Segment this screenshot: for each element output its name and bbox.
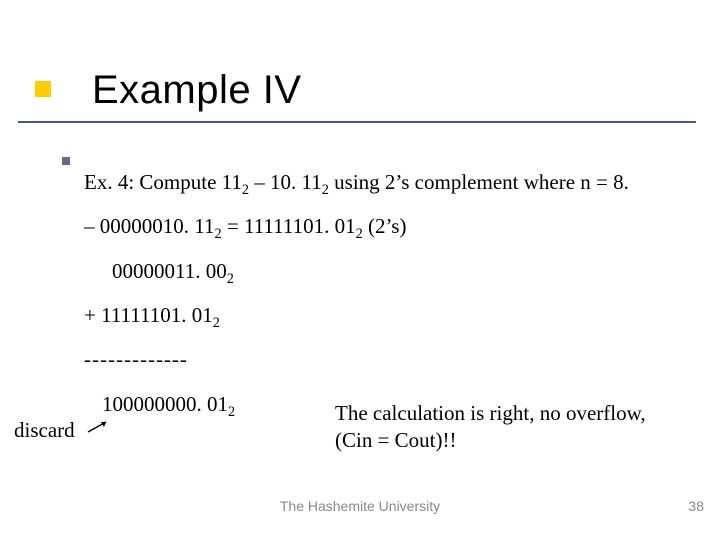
- conv-p3: (2’s): [363, 214, 407, 238]
- op1-sub: 2: [227, 271, 234, 287]
- conv-s2: 2: [356, 227, 363, 243]
- op1-text: 00000011. 00: [112, 259, 227, 283]
- problem-sub1: 2: [242, 182, 249, 198]
- problem-tail: using 2’s complement where n = 8.: [329, 170, 629, 194]
- conv-p1: – 00000010. 11: [84, 214, 214, 238]
- note-line1: The calculation is right, no overflow,: [335, 401, 646, 425]
- problem-sub2: 2: [322, 182, 329, 198]
- operand-1: 00000011. 002: [84, 257, 684, 285]
- conv-s1: 2: [214, 227, 221, 243]
- bullet-square-icon: [62, 157, 70, 165]
- separator-dashes: -------------: [84, 345, 684, 373]
- title-underline: [18, 121, 696, 123]
- result-sub: 2: [228, 404, 235, 420]
- op2-plus: +: [84, 303, 101, 327]
- slide-title: Example IV: [92, 68, 302, 113]
- op2-sub: 2: [213, 315, 220, 331]
- overflow-note: The calculation is right, no overflow, (…: [335, 400, 705, 455]
- op2-text: 11111101. 01: [101, 303, 213, 327]
- conv-p2: = 11111101. 01: [222, 214, 356, 238]
- result-text: 100000000. 01: [102, 392, 228, 416]
- problem-lead: Ex. 4: Compute 11: [84, 170, 242, 194]
- slide: Example IV Ex. 4: Compute 112 – 10. 112 …: [0, 0, 720, 540]
- footer-page-number: 38: [688, 498, 704, 514]
- footer-university: The Hashemite University: [0, 498, 720, 514]
- slide-body: Ex. 4: Compute 112 – 10. 112 using 2’s c…: [84, 168, 684, 434]
- note-line2: (Cin = Cout)!!: [335, 428, 457, 452]
- conversion-line: – 00000010. 112 = 11111101. 012 (2’s): [84, 212, 684, 240]
- problem-statement: Ex. 4: Compute 112 – 10. 112 using 2’s c…: [84, 168, 684, 196]
- problem-mid: – 10. 11: [249, 170, 322, 194]
- accent-square-icon: [35, 81, 51, 97]
- operand-2: + 11111101. 012: [84, 301, 684, 329]
- discard-label: discard: [14, 418, 75, 443]
